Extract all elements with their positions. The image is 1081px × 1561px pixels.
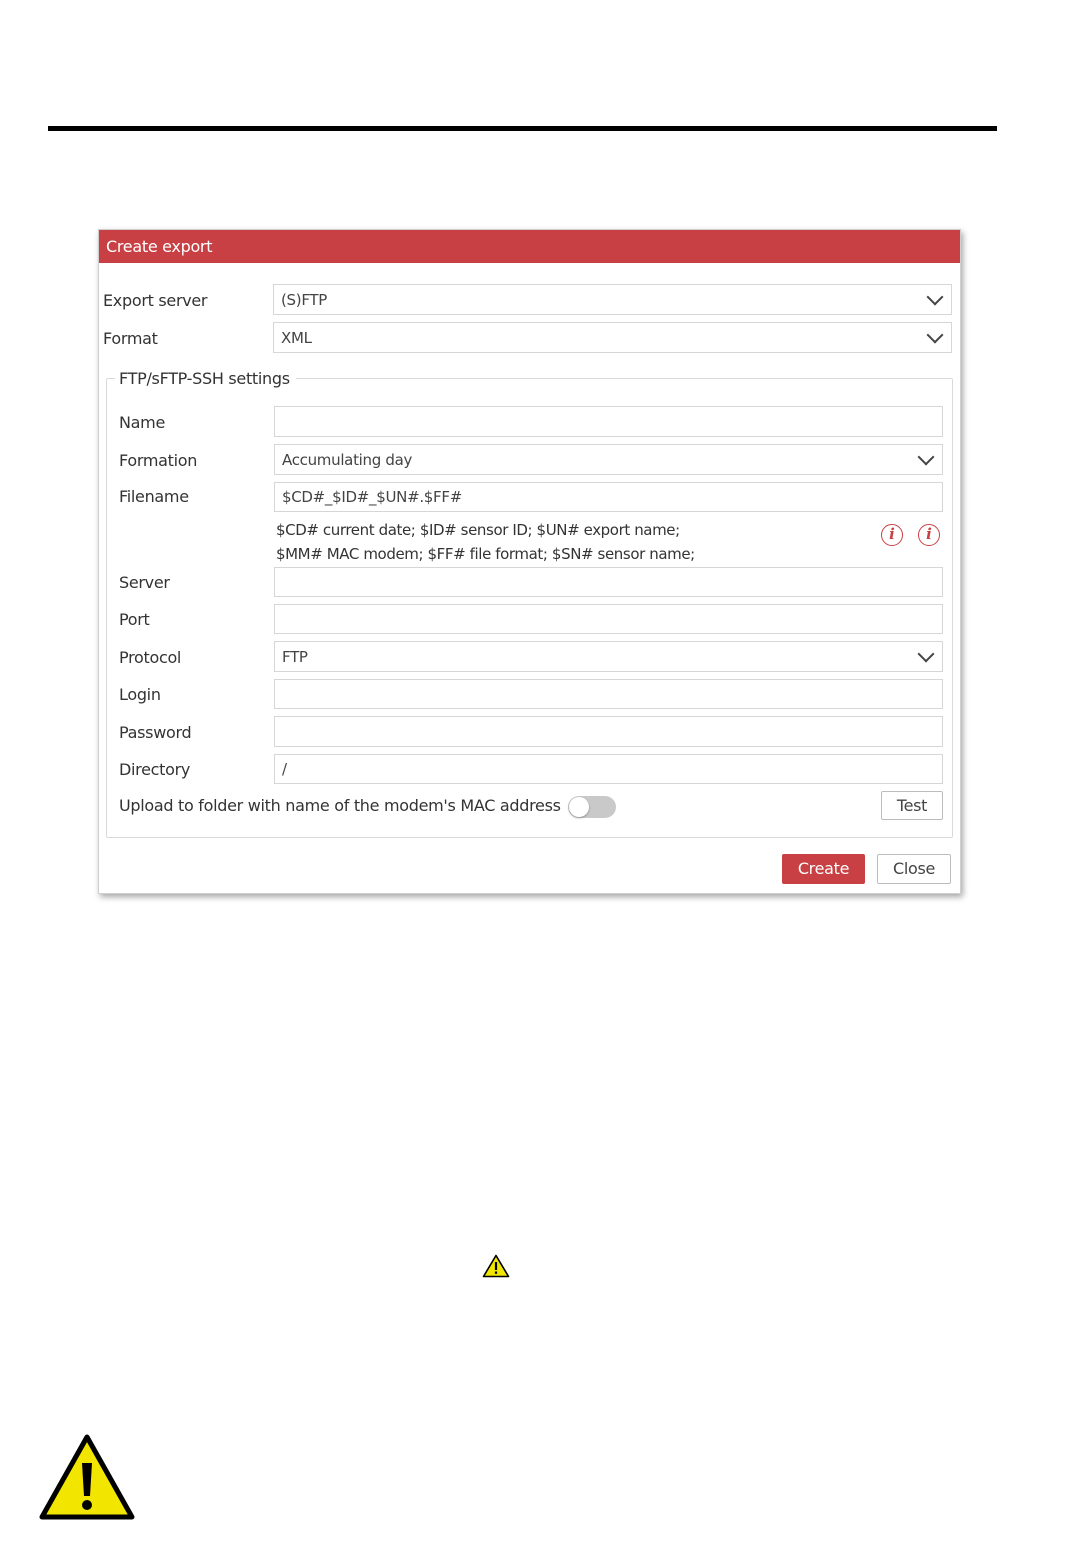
chevron-down-icon [926, 288, 944, 305]
dialog-title: Create export [99, 230, 960, 263]
protocol-value: FTP [282, 647, 308, 666]
filename-value: $CD#_$ID#_$UN#.$FF# [282, 488, 462, 506]
formation-select[interactable]: Accumulating day [274, 444, 943, 475]
chevron-down-icon [926, 326, 944, 343]
directory-label: Directory [119, 760, 191, 779]
upload-mac-folder-label: Upload to folder with name of the modem'… [119, 796, 561, 815]
port-input[interactable] [274, 604, 943, 634]
close-button[interactable]: Close [877, 854, 951, 884]
directory-value: / [282, 760, 287, 778]
name-input[interactable] [274, 406, 943, 437]
server-label: Server [119, 573, 170, 592]
ftp-settings-legend: FTP/sFTP-SSH settings [115, 369, 296, 388]
filename-label: Filename [119, 487, 189, 506]
export-server-label: Export server [103, 291, 208, 310]
format-value: XML [281, 328, 312, 347]
create-export-dialog: Create export Export server (S)FTP Forma… [98, 229, 961, 894]
filename-hint-line2: $MM# MAC modem; $FF# file format; $SN# s… [276, 545, 695, 563]
info-icon[interactable]: i [881, 524, 903, 546]
export-server-value: (S)FTP [281, 290, 327, 309]
name-label: Name [119, 413, 166, 432]
protocol-select[interactable]: FTP [274, 641, 943, 672]
upload-mac-folder-toggle[interactable] [568, 796, 616, 818]
formation-label: Formation [119, 451, 198, 470]
login-input[interactable] [274, 679, 943, 709]
export-server-select[interactable]: (S)FTP [273, 284, 952, 315]
chevron-down-icon [917, 448, 935, 465]
info-icon[interactable]: i [918, 524, 940, 546]
top-rule [48, 126, 997, 131]
protocol-label: Protocol [119, 648, 182, 667]
format-label: Format [103, 329, 158, 348]
toggle-knob [569, 797, 589, 817]
directory-input[interactable]: / [274, 754, 943, 784]
test-button[interactable]: Test [881, 791, 943, 820]
port-label: Port [119, 610, 150, 629]
chevron-down-icon [917, 645, 935, 662]
password-input[interactable] [274, 716, 943, 747]
filename-input[interactable]: $CD#_$ID#_$UN#.$FF# [274, 482, 943, 512]
formation-value: Accumulating day [282, 450, 413, 469]
create-button[interactable]: Create [782, 854, 865, 884]
server-input[interactable] [274, 567, 943, 597]
format-select[interactable]: XML [273, 322, 952, 353]
warning-triangle-icon [482, 1254, 510, 1278]
password-label: Password [119, 723, 192, 742]
filename-hint-line1: $CD# current date; $ID# sensor ID; $UN# … [276, 521, 680, 539]
login-label: Login [119, 685, 161, 704]
warning-triangle-icon [39, 1434, 135, 1520]
